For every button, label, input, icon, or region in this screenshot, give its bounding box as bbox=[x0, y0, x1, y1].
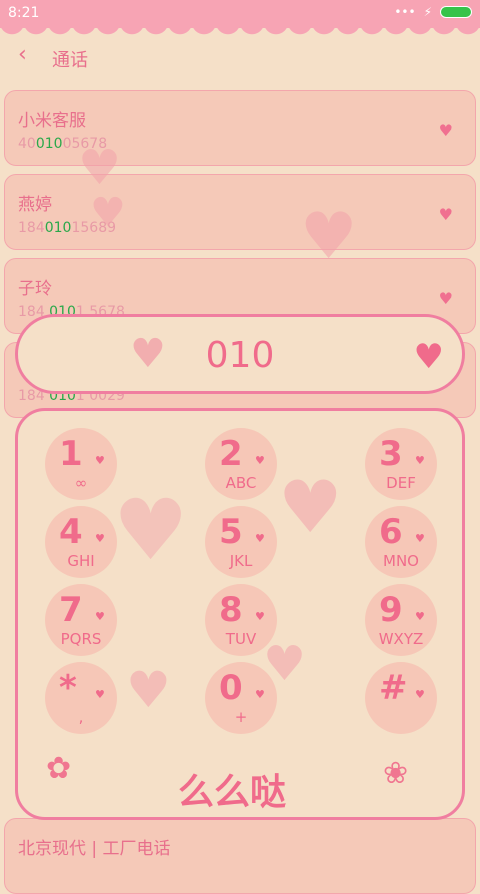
contact-name: 子玲 bbox=[18, 279, 52, 299]
dialed-number: 010 bbox=[205, 335, 275, 376]
key-star[interactable]: * ♥, bbox=[45, 662, 117, 734]
candy-icon[interactable]: ✿ bbox=[46, 751, 71, 786]
key-2[interactable]: 2 ♥ ABC bbox=[205, 428, 277, 500]
keypad: 1 ♥ ∞ 2 ♥ ABC 3 ♥ DEF 4 ♥ GHI 5 ♥ JKL 6 ♥ MNO 7 ♥ PQRS… bbox=[15, 408, 465, 820]
contact-name: 燕婷 bbox=[18, 195, 52, 215]
back-button[interactable]: ‹ bbox=[18, 44, 27, 66]
contact-row[interactable]: 北京现代 | 工厂电话 bbox=[4, 818, 476, 894]
heart-decoration-icon: ♥ bbox=[78, 140, 122, 196]
notification-dots-icon: ••• bbox=[394, 5, 416, 19]
heart-icon: ♥ bbox=[438, 121, 453, 140]
status-icons: ••• ⚡ bbox=[394, 5, 472, 19]
key-6[interactable]: 6 ♥ MNO bbox=[365, 506, 437, 578]
key-7[interactable]: 7 ♥ PQRS bbox=[45, 584, 117, 656]
heart-icon: ♥ bbox=[438, 205, 453, 224]
clock: 8:21 bbox=[8, 5, 40, 21]
dial-display: ♥ 010 ♥ bbox=[15, 314, 465, 394]
bottom-text: 么么哒 bbox=[178, 772, 287, 813]
heart-icon: ♥ bbox=[438, 289, 453, 308]
page-title: 通话 bbox=[52, 50, 88, 71]
contact-row[interactable]: 小米客服 4001005678 ♥ bbox=[4, 90, 476, 166]
contact-name: 北京现代 | 工厂电话 bbox=[18, 839, 171, 859]
key-3[interactable]: 3 ♥ DEF bbox=[365, 428, 437, 500]
heart-decoration-icon: ♥ bbox=[90, 190, 126, 236]
heart-decoration-icon: ♥ bbox=[278, 465, 343, 549]
contact-name: 小米客服 bbox=[18, 111, 86, 131]
header: ‹ 通话 bbox=[0, 38, 480, 78]
heart-decoration-icon: ♥ bbox=[263, 636, 307, 692]
heart-decoration-icon: ♥ bbox=[126, 661, 171, 719]
heart-star-icon[interactable]: ♥ bbox=[414, 337, 444, 377]
key-1[interactable]: 1 ♥ ∞ bbox=[45, 428, 117, 500]
key-hash[interactable]: # ♥ bbox=[365, 662, 437, 734]
heart-decoration-icon: ♥ bbox=[300, 200, 358, 274]
sheep-icon[interactable]: ❀ bbox=[383, 756, 408, 791]
key-4[interactable]: 4 ♥ GHI bbox=[45, 506, 117, 578]
contact-row[interactable]: 燕婷 18401015689 ♥ bbox=[4, 174, 476, 250]
key-5[interactable]: 5 ♥ JKL bbox=[205, 506, 277, 578]
charging-icon: ⚡ bbox=[423, 5, 432, 19]
battery-icon bbox=[440, 6, 472, 18]
key-9[interactable]: 9 ♥ WXYZ bbox=[365, 584, 437, 656]
heart-decoration-icon: ♥ bbox=[113, 481, 189, 579]
